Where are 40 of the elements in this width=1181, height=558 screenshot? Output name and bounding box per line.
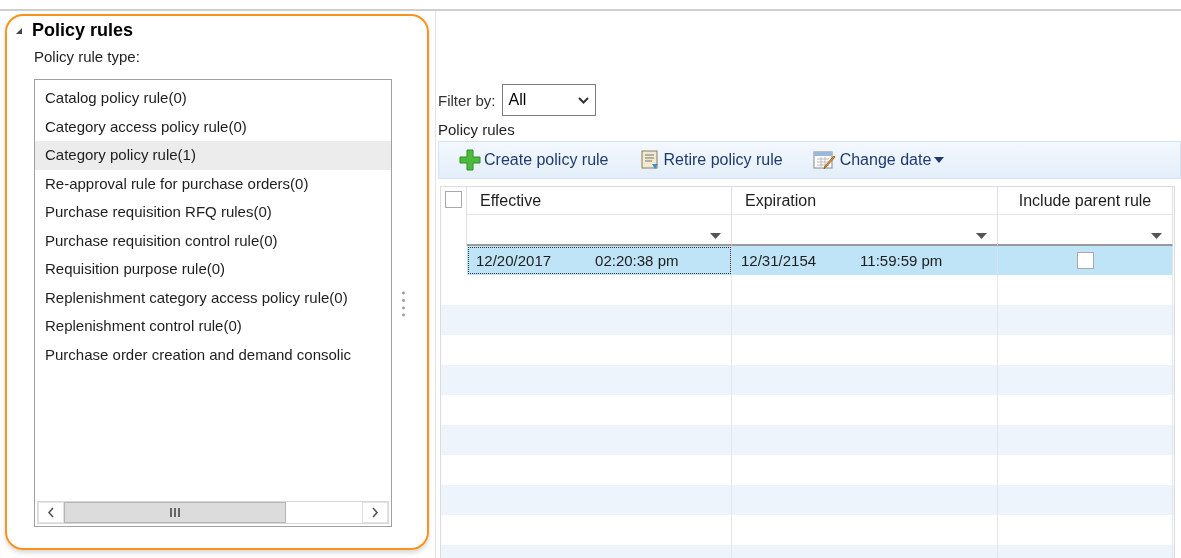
rule-type-item[interactable]: Catalog policy rule(0) [35,84,391,113]
calendar-pencil-icon [812,149,837,171]
date-time-cell[interactable]: 12/31/2154 11:59:59 pm [732,246,998,275]
horizontal-scrollbar[interactable] [37,501,389,524]
rule-type-item[interactable]: Requisition purpose rule(0) [35,255,391,284]
rule-type-item[interactable]: Purchase requisition control rule(0) [35,226,391,255]
toolbar-button[interactable]: Change date [812,149,945,171]
collapse-triangle-icon[interactable] [15,26,23,35]
chevron-left-icon [47,507,55,518]
plus-icon [459,149,481,171]
field-label: Policy rule type: [34,48,141,65]
select-all-checkbox[interactable] [445,191,462,208]
section-title: Policy rules [32,20,134,41]
toolbar-button[interactable]: Retire policy rule [638,149,783,171]
filter-label: Filter by: [438,91,496,109]
toolbar-button[interactable]: Create policy rule [459,149,609,171]
rule-type-item[interactable]: Replenishment category access policy rule(0) [35,283,391,312]
column-header[interactable]: Expiration [745,191,817,210]
rule-type-item[interactable]: Category access policy rule(0) [35,112,391,141]
scroll-thumb[interactable] [64,502,286,523]
filter-dropdown[interactable]: All [501,84,596,116]
chevron-down-icon [577,96,589,104]
scroll-document-icon [638,149,661,171]
include-parent-checkbox[interactable] [1076,252,1094,269]
column-filter-icon[interactable] [976,233,987,239]
column-filter-icon[interactable] [710,233,721,239]
column-header[interactable]: Include parent rule [1018,191,1152,210]
rule-type-item[interactable]: Category policy rule(1) [35,141,391,170]
column-filter-icon[interactable] [1151,233,1162,239]
scroll-left-button[interactable] [38,502,64,523]
scroll-right-button[interactable] [362,502,388,523]
rule-type-item[interactable]: Purchase requisition RFQ rules(0) [35,198,391,227]
chevron-right-icon [371,507,379,518]
rule-type-item[interactable]: Purchase order creation and demand consolic [35,340,391,369]
splitter-handle-icon[interactable] [402,291,405,317]
date-time-cell[interactable]: 12/20/2017 02:20:38 pm [467,246,732,275]
rule-type-item[interactable]: Re-approval rule for purchase orders(0) [35,169,391,198]
grid-title: Policy rules [438,121,515,138]
rule-type-item[interactable]: Replenishment control rule(0) [35,312,391,341]
column-header[interactable]: Effective [480,191,542,210]
